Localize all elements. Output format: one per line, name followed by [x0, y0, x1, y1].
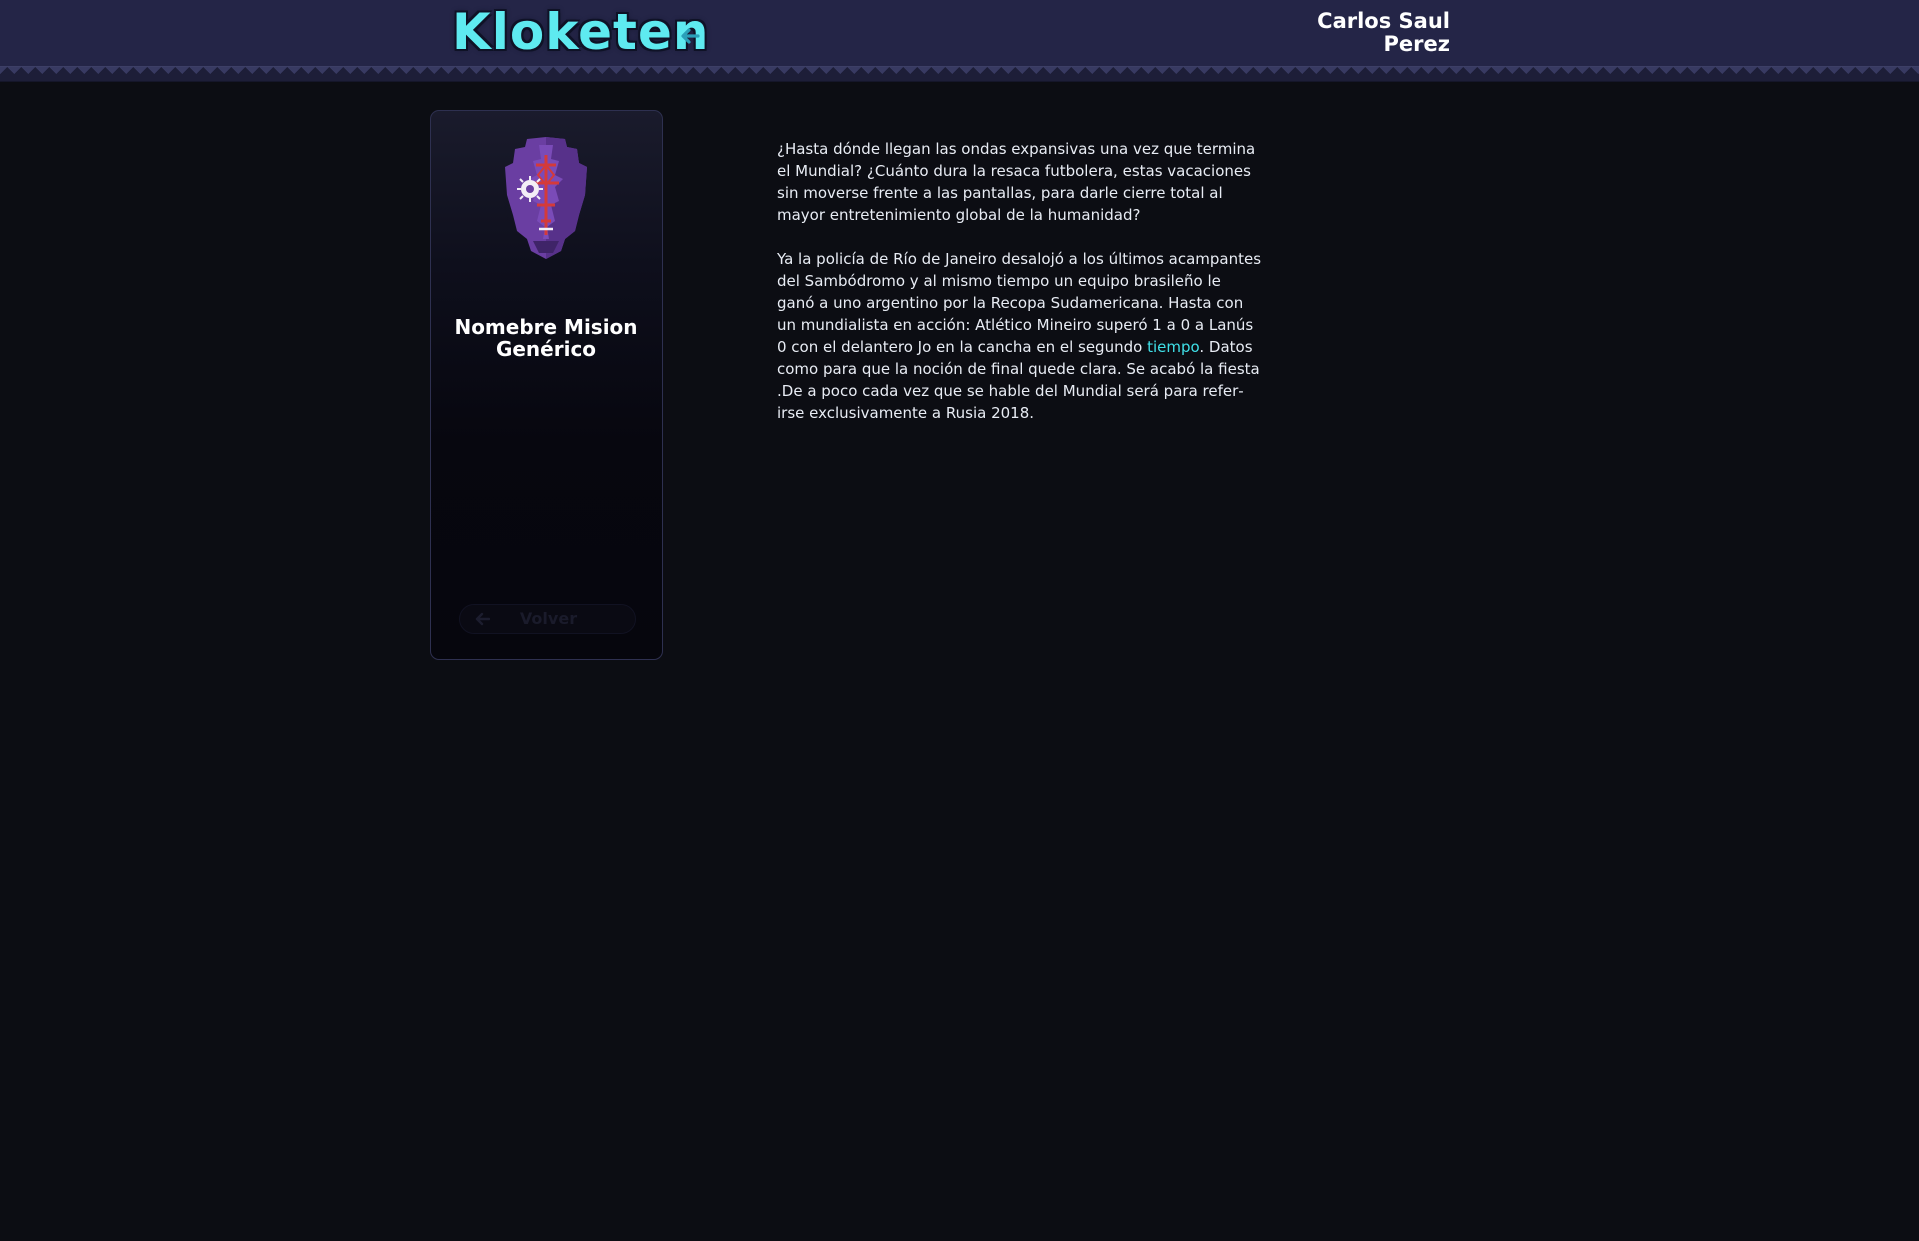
mission-title-line1: Nomebre Mision	[454, 315, 638, 339]
tribal-mask-icon	[503, 135, 589, 259]
tiempo-link[interactable]: tiempo	[1147, 338, 1199, 356]
user-name[interactable]: Carlos Saul Perez	[1230, 10, 1450, 56]
mission-card: Nomebre Mision Genérico Volver	[430, 110, 663, 660]
top-navigation-bar: Kloketen Carlos Saul Perez	[0, 0, 1919, 66]
user-first-name: Carlos Saul	[1317, 9, 1450, 33]
mission-title: Nomebre Mision Genérico	[431, 316, 661, 360]
user-last-name: Perez	[1383, 32, 1450, 56]
article-body: ¿Hasta dónde llegan las ondas expansivas…	[777, 138, 1263, 446]
decorative-border	[0, 66, 1919, 82]
article-paragraph-2: Ya la policía de Río de Janeiro desalojó…	[777, 248, 1263, 424]
mission-title-line2: Genérico	[495, 337, 597, 361]
back-button[interactable]: Volver	[459, 604, 636, 634]
article-paragraph-1: ¿Hasta dónde llegan las ondas expansivas…	[777, 140, 1256, 224]
arrow-left-icon[interactable]	[678, 24, 702, 48]
back-button-label: Volver	[519, 609, 578, 628]
app-logo[interactable]: Kloketen	[452, 4, 709, 60]
